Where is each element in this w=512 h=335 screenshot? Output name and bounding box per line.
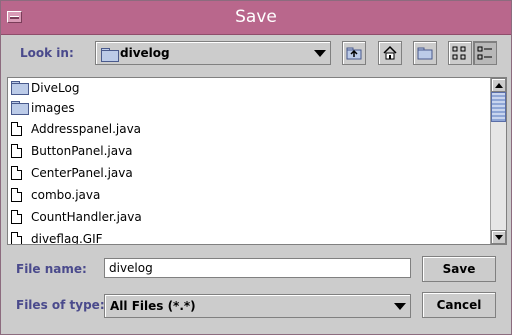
list-item[interactable]: images [11, 98, 311, 118]
files-of-type-label: Files of type: [16, 298, 105, 312]
details-view-icon [477, 46, 492, 60]
folder-icon [11, 81, 29, 95]
list-item-label: CenterPanel.java [31, 166, 133, 180]
home-icon [383, 45, 397, 60]
dialog-title: Save [235, 7, 277, 27]
look-in-label: Look in: [20, 46, 74, 60]
scroll-down-button[interactable] [491, 230, 506, 244]
folder-icon [11, 101, 29, 115]
save-dialog: Save Look in: divelog DiveLog images Add… [0, 0, 512, 335]
file-list[interactable]: DiveLog images Addresspanel.java ButtonP… [7, 77, 507, 245]
list-item[interactable]: Addresspanel.java [11, 119, 311, 139]
list-item[interactable]: combo.java [11, 185, 311, 205]
new-folder-button[interactable] [413, 41, 437, 65]
files-of-type-value: All Files (*.*) [110, 299, 196, 313]
up-one-level-button[interactable] [342, 41, 366, 65]
details-view-button[interactable] [473, 41, 497, 65]
chevron-down-icon [314, 50, 326, 57]
scroll-up-button[interactable] [491, 78, 506, 92]
up-folder-icon [346, 47, 362, 60]
files-of-type-combo[interactable]: All Files (*.*) [104, 294, 411, 318]
title-bar[interactable]: Save [1, 1, 511, 35]
list-item[interactable]: DiveLog [11, 78, 311, 98]
list-item[interactable]: ButtonPanel.java [11, 141, 311, 161]
file-icon [11, 188, 22, 202]
list-item-label: diveflag.GIF [31, 232, 103, 245]
list-item[interactable]: diveflag.GIF [11, 229, 311, 245]
file-icon [11, 210, 22, 224]
list-item[interactable]: CenterPanel.java [11, 163, 311, 183]
file-icon [11, 122, 22, 136]
file-icon [11, 166, 22, 180]
vertical-scrollbar[interactable] [490, 78, 506, 244]
list-item-label: images [31, 101, 75, 115]
folder-icon [101, 48, 119, 62]
file-icon [11, 144, 22, 158]
list-view-icon [452, 46, 466, 60]
chevron-down-icon [394, 303, 406, 310]
file-name-input[interactable] [104, 258, 411, 278]
home-button[interactable] [378, 41, 402, 65]
look-in-value: divelog [120, 46, 170, 60]
scroll-thumb[interactable] [491, 92, 506, 122]
list-item-label: DiveLog [31, 81, 80, 95]
cancel-button[interactable]: Cancel [422, 292, 496, 318]
list-item-label: combo.java [31, 188, 101, 202]
look-in-combo[interactable]: divelog [95, 41, 331, 65]
file-name-label: File name: [16, 262, 87, 276]
list-item-label: CountHandler.java [31, 210, 142, 224]
new-folder-icon [417, 47, 433, 60]
save-button[interactable]: Save [422, 256, 496, 282]
file-icon [11, 232, 22, 244]
list-item[interactable]: CountHandler.java [11, 207, 311, 227]
list-view-button[interactable] [448, 41, 472, 65]
list-item-label: ButtonPanel.java [31, 144, 133, 158]
list-item-label: Addresspanel.java [31, 122, 142, 136]
